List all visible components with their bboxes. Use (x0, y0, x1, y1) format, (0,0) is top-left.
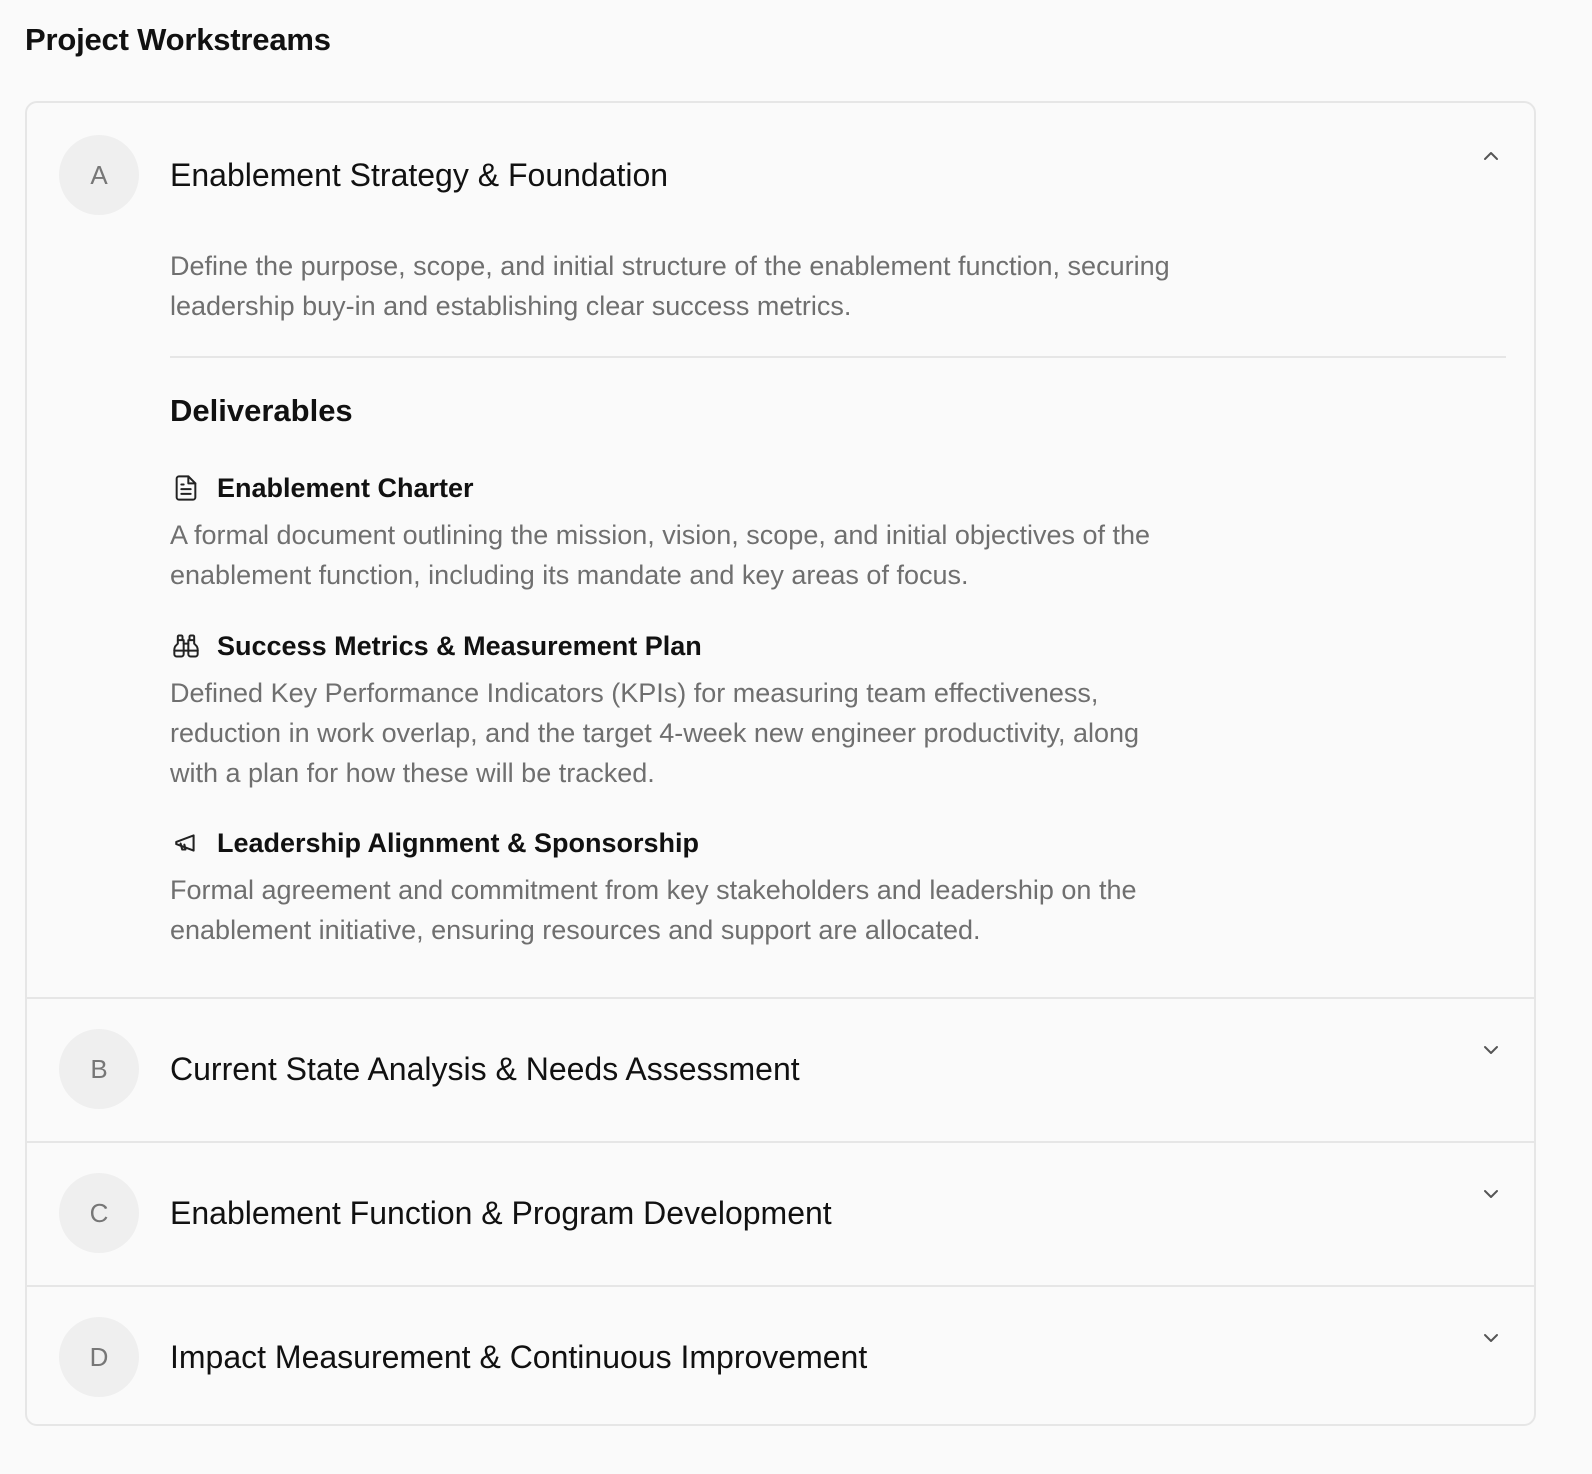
chevron-down-icon[interactable] (1476, 1179, 1506, 1209)
page-title: Project Workstreams (25, 22, 331, 57)
workstream-c[interactable]: C Enablement Function & Program Developm… (27, 1141, 1534, 1285)
deliverable-title: Leadership Alignment & Sponsorship (217, 827, 700, 858)
deliverable-description: Formal agreement and commitment from key… (170, 875, 1137, 945)
deliverable-title: Enablement Charter (217, 472, 474, 503)
deliverable-item: Enablement Charter A formal document out… (170, 470, 1190, 595)
workstream-title[interactable]: Enablement Strategy & Foundation (170, 155, 668, 195)
workstream-title[interactable]: Enablement Function & Program Developmen… (170, 1193, 832, 1233)
workstream-letter-badge: D (59, 1317, 139, 1397)
document-icon (170, 472, 202, 504)
deliverable-description: A formal document outlining the mission,… (170, 520, 1151, 590)
chevron-down-icon[interactable] (1476, 1035, 1506, 1065)
workstream-a: A Enablement Strategy & Foundation Defin… (27, 103, 1534, 998)
deliverable-description: Defined Key Performance Indicators (KPIs… (170, 678, 1140, 788)
megaphone-icon (170, 827, 202, 859)
workstream-b[interactable]: B Current State Analysis & Needs Assessm… (27, 997, 1534, 1141)
chevron-down-icon[interactable] (1476, 1323, 1506, 1353)
deliverable-title: Success Metrics & Measurement Plan (217, 630, 702, 661)
workstreams-accordion: A Enablement Strategy & Foundation Defin… (25, 101, 1536, 1426)
deliverable-item: Leadership Alignment & Sponsorship Forma… (170, 825, 1190, 950)
workstream-title[interactable]: Current State Analysis & Needs Assessmen… (170, 1049, 800, 1089)
workstream-description: Define the purpose, scope, and initial s… (170, 251, 1170, 321)
workstream-d[interactable]: D Impact Measurement & Continuous Improv… (27, 1285, 1534, 1424)
workstream-title[interactable]: Impact Measurement & Continuous Improvem… (170, 1337, 867, 1377)
deliverables-heading: Deliverables (170, 393, 353, 428)
chevron-up-icon[interactable] (1476, 141, 1506, 171)
deliverable-item: Success Metrics & Measurement Plan Defin… (170, 628, 1190, 793)
binoculars-icon (170, 630, 202, 662)
workstream-letter-badge: B (59, 1029, 139, 1109)
divider (170, 356, 1506, 358)
workstream-letter-badge: A (59, 135, 139, 215)
workstream-letter-badge: C (59, 1173, 139, 1253)
